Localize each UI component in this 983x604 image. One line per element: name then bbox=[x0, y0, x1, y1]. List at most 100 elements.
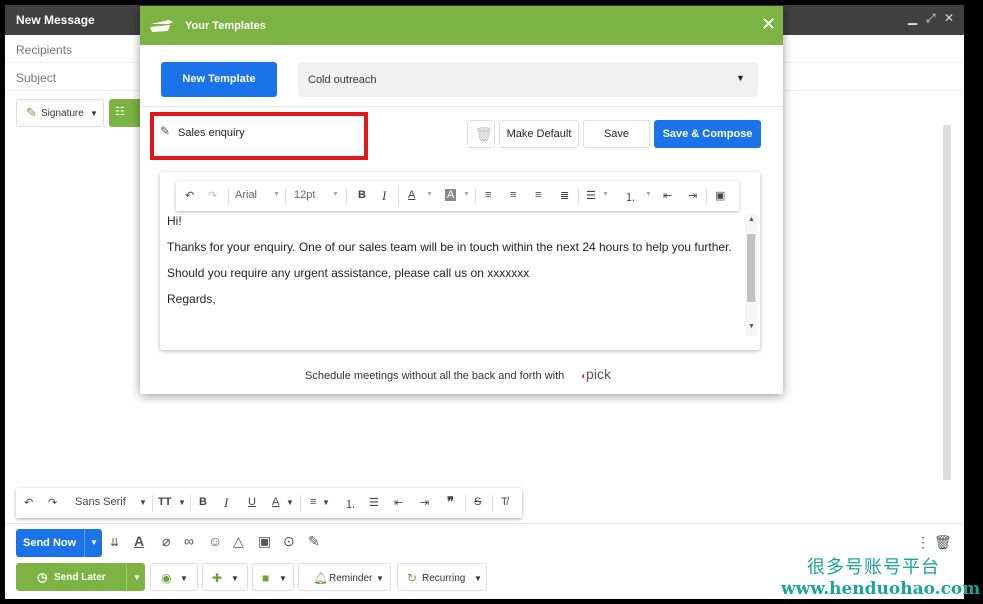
align-right-icon[interactable]: ≡ bbox=[535, 189, 541, 201]
chevron-down-icon: ▼ bbox=[736, 73, 745, 83]
chevron-down-icon: ▼ bbox=[231, 574, 239, 583]
templates-logo-icon bbox=[150, 20, 173, 32]
font-select[interactable]: Sans Serif bbox=[75, 496, 126, 508]
underline-icon[interactable]: U bbox=[248, 496, 256, 508]
modal-title: Your Templates bbox=[185, 20, 266, 32]
expand-icon[interactable]: ⤢ bbox=[926, 11, 936, 26]
link-icon[interactable]: ∞ bbox=[184, 533, 194, 549]
chevron-down-icon[interactable]: ▼ bbox=[90, 538, 98, 547]
text-color-icon[interactable]: A bbox=[272, 496, 279, 508]
save-button[interactable]: Save bbox=[583, 120, 650, 148]
tracking-button[interactable]: ◉ ▼ bbox=[150, 563, 198, 591]
scroll-thumb[interactable] bbox=[747, 234, 755, 302]
watermark-url: www.henduohao.com bbox=[781, 579, 981, 599]
bold-icon[interactable]: B bbox=[358, 189, 366, 201]
indent-less-icon[interactable]: ⇤ bbox=[663, 189, 672, 202]
font-size-icon[interactable]: TT bbox=[158, 496, 171, 508]
divider bbox=[126, 563, 127, 591]
body-line: Thanks for your enquiry. One of our sale… bbox=[167, 240, 732, 254]
editor-font-select[interactable]: Arial bbox=[235, 189, 257, 201]
align-left-icon[interactable]: ≡ bbox=[485, 189, 491, 201]
trash-icon: 🗑 bbox=[475, 126, 493, 142]
indent-less-icon[interactable]: ⇤ bbox=[394, 496, 403, 509]
reminder-button[interactable]: 🔔︎ Reminder ▼ bbox=[298, 563, 391, 591]
attach-icon[interactable]: ⌀ bbox=[162, 533, 170, 550]
send-later-button[interactable]: ◷ Send Later ▼ bbox=[16, 563, 145, 591]
signature-button[interactable]: ✎ Signature ▼ bbox=[16, 99, 104, 127]
bulleted-list-icon[interactable]: ☰ bbox=[586, 189, 596, 202]
italic-icon[interactable]: I bbox=[224, 495, 228, 511]
remove-formatting-icon[interactable]: T̸ bbox=[501, 496, 508, 508]
make-default-button[interactable]: Make Default bbox=[499, 120, 579, 148]
strikethrough-icon[interactable]: S bbox=[474, 496, 481, 508]
scroll-down-icon[interactable]: ▼ bbox=[748, 323, 755, 330]
align-icon[interactable]: ≡ bbox=[310, 496, 316, 508]
delete-template-button[interactable]: 🗑 bbox=[467, 120, 495, 148]
bulleted-list-icon[interactable]: ☰ bbox=[369, 496, 379, 509]
minimize-icon[interactable]: ▁ bbox=[908, 11, 917, 25]
undo-icon[interactable]: ↶ bbox=[185, 189, 194, 202]
quote-icon[interactable]: ❞ bbox=[447, 494, 454, 510]
editor-scrollbar[interactable]: ▲ ▼ bbox=[745, 214, 757, 336]
save-and-compose-button[interactable]: Save & Compose bbox=[654, 120, 761, 148]
body-line: Hi! bbox=[167, 214, 182, 228]
numbered-list-icon[interactable]: ⒈ bbox=[625, 189, 636, 205]
more-icon[interactable]: ⋮ bbox=[916, 534, 930, 551]
formatting-icon[interactable]: A bbox=[134, 533, 144, 549]
new-template-button[interactable]: New Template bbox=[161, 62, 277, 97]
recurring-button[interactable]: ↻ Recurring ▼ bbox=[397, 563, 487, 591]
divider bbox=[300, 495, 301, 512]
divider bbox=[475, 188, 476, 205]
recipients-field[interactable]: Recipients bbox=[16, 43, 72, 57]
send-now-button[interactable]: Send Now ▼ bbox=[16, 529, 102, 557]
template-select[interactable]: Cold outreach ▼ bbox=[298, 62, 758, 97]
align-center-icon[interactable]: ≡ bbox=[510, 189, 516, 201]
highlight-color-icon[interactable]: A bbox=[445, 189, 457, 201]
photo-icon[interactable]: ▣ bbox=[258, 533, 271, 550]
chevron-down-icon: ▼ bbox=[90, 109, 98, 118]
pencil-icon: ✎ bbox=[160, 124, 171, 138]
divider bbox=[706, 188, 707, 205]
chevron-down-icon: ▼ bbox=[474, 574, 482, 583]
indent-more-icon[interactable]: ⇥ bbox=[420, 496, 429, 509]
redo-icon[interactable]: ↷ bbox=[48, 496, 57, 509]
templates-icon[interactable]: ⇊ bbox=[110, 536, 119, 549]
pick-brand: pick bbox=[586, 366, 611, 382]
editor-size-select[interactable]: 12pt bbox=[294, 189, 315, 201]
justify-icon[interactable]: ≣ bbox=[560, 189, 569, 202]
send-now-label: Send Now bbox=[23, 537, 77, 549]
scrollbar[interactable] bbox=[943, 125, 951, 480]
divider bbox=[492, 495, 493, 512]
numbered-list-icon[interactable]: ⒈ bbox=[345, 496, 356, 512]
close-icon[interactable]: ✕ bbox=[944, 11, 954, 25]
extensions-button[interactable]: ✚ ▼ bbox=[202, 563, 248, 591]
divider bbox=[398, 188, 399, 205]
redo-icon[interactable]: ↷ bbox=[208, 189, 217, 202]
editor-toolbar: ↶ ↷ Arial ▼ 12pt ▼ B I A ▼ A ▼ ≡ ≡ ≡ ≣ ☰… bbox=[176, 181, 739, 211]
text-color-icon[interactable]: A bbox=[408, 189, 415, 201]
notes-button[interactable]: ■ ▼ bbox=[252, 563, 294, 591]
subject-field[interactable]: Subject bbox=[16, 71, 56, 85]
pick-logo[interactable]: ◖pick bbox=[580, 366, 611, 382]
divider bbox=[5, 523, 964, 524]
bold-icon[interactable]: B bbox=[199, 496, 207, 508]
pen-icon[interactable]: ✎ bbox=[308, 533, 320, 550]
scroll-up-icon[interactable]: ▲ bbox=[748, 216, 755, 223]
italic-icon[interactable]: I bbox=[382, 188, 386, 204]
editor-body[interactable]: Hi! Thanks for your enquiry. One of our … bbox=[167, 214, 742, 339]
emoji-icon[interactable]: ☺ bbox=[208, 533, 222, 549]
undo-icon[interactable]: ↶ bbox=[24, 496, 33, 509]
template-select-value: Cold outreach bbox=[308, 74, 377, 86]
chevron-down-icon[interactable]: ▼ bbox=[133, 573, 141, 582]
lock-icon[interactable]: ⊙ bbox=[283, 533, 295, 550]
image-icon[interactable]: ▣ bbox=[715, 189, 725, 202]
close-icon[interactable]: ✕ bbox=[761, 14, 776, 35]
recurring-icon: ↻ bbox=[407, 571, 418, 585]
trash-icon[interactable]: 🗑 bbox=[934, 534, 952, 551]
send-later-label: Send Later bbox=[54, 572, 106, 583]
indent-more-icon[interactable]: ⇥ bbox=[688, 189, 697, 202]
template-name-input[interactable] bbox=[178, 127, 358, 139]
drive-icon[interactable]: △ bbox=[233, 533, 244, 550]
body-line: Regards, bbox=[167, 292, 216, 306]
chevron-down-icon: ▼ bbox=[426, 191, 433, 198]
